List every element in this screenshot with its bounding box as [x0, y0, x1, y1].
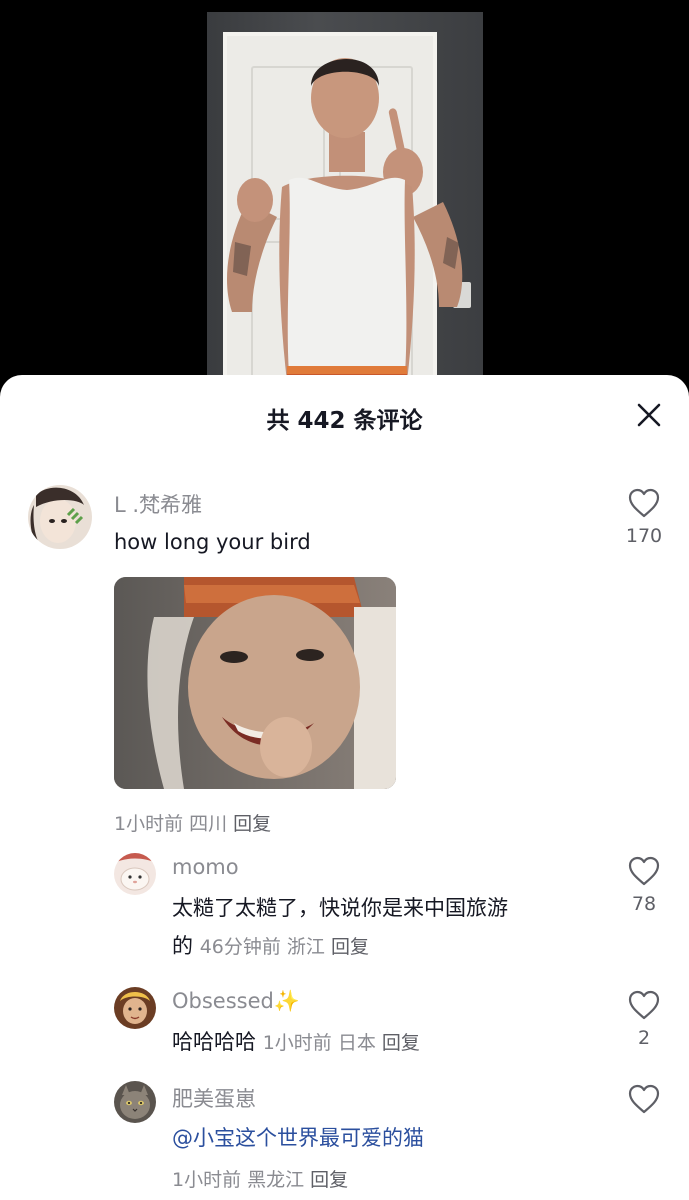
reply-button[interactable]: 回复: [331, 936, 369, 958]
like-count: 78: [631, 893, 657, 915]
avatar[interactable]: [114, 853, 156, 895]
like-button[interactable]: 170: [624, 487, 664, 547]
comment-location: 四川: [189, 813, 228, 835]
comment-meta: 1小时前 黑龙江 回复: [172, 1165, 354, 1192]
comment-username[interactable]: momo: [172, 855, 239, 879]
comment-text: how long your bird: [114, 530, 311, 554]
comment-text: 太糙了太糙了，快说你是来中国旅游: [172, 889, 508, 927]
comment-text: 哈哈哈哈: [172, 1030, 256, 1054]
comment-sheet-header: 共 442 条评论: [0, 375, 689, 457]
like-button[interactable]: [624, 1083, 664, 1115]
comment-time: 46分钟前: [199, 936, 281, 958]
like-button[interactable]: 78: [624, 855, 664, 915]
comment-time: 1小时前: [262, 1032, 332, 1054]
heart-icon: [628, 856, 660, 886]
comment-count-title: 共 442 条评论: [266, 408, 423, 434]
comment-meta: 1小时前 四川 回复: [114, 809, 277, 836]
comment-text-line2: 的: [172, 934, 193, 958]
like-count: 2: [637, 1027, 651, 1049]
user-mention-link[interactable]: @小宝这个世界最可爱的猫: [172, 1126, 424, 1150]
comment-time: 1小时前: [114, 813, 184, 835]
heart-icon: [628, 488, 660, 518]
comment-location: 日本: [337, 1032, 376, 1054]
meme-photo: [114, 577, 396, 789]
comment-username[interactable]: Obsessed✨: [172, 989, 300, 1014]
video-person: [227, 58, 463, 402]
like-button[interactable]: 2: [624, 989, 664, 1049]
comment-username[interactable]: 肥美蛋崽: [172, 1083, 256, 1113]
avatar[interactable]: [114, 987, 156, 1029]
comment-text: @小宝这个世界最可爱的猫: [172, 1119, 424, 1157]
comment-username[interactable]: L .梵希雅: [114, 489, 202, 519]
comment-location: 黑龙江: [247, 1169, 305, 1191]
video-player[interactable]: [207, 12, 483, 402]
comment-image[interactable]: [114, 577, 396, 789]
comment-time: 1小时前: [172, 1169, 242, 1191]
sparkles-icon: ✨: [273, 989, 301, 1013]
comment-location: 浙江: [286, 936, 325, 958]
reply-button[interactable]: 回复: [233, 813, 271, 835]
like-count: 170: [625, 525, 663, 547]
avatar[interactable]: [28, 485, 92, 549]
reply-button[interactable]: 回复: [382, 1032, 420, 1054]
avatar[interactable]: [114, 1081, 156, 1123]
comment-text-row: 哈哈哈哈 1小时前 日本 回复: [172, 1023, 420, 1062]
comment-text-line1: 太糙了太糙了，快说你是来中国旅游: [172, 896, 508, 920]
reply-button[interactable]: 回复: [310, 1169, 348, 1191]
close-icon: [637, 403, 661, 427]
heart-icon: [628, 1084, 660, 1114]
comment-sheet: 共 442 条评论 L .梵希雅 how long your bird 170: [0, 375, 689, 1200]
comment-text-continued: 的 46分钟前 浙江 回复: [172, 927, 369, 966]
comment-meta: 1小时前 日本 回复: [263, 1032, 420, 1054]
close-button[interactable]: [635, 401, 663, 429]
comment-meta: 46分钟前 浙江 回复: [200, 936, 369, 958]
username-text: Obsessed: [172, 989, 274, 1013]
heart-icon: [628, 990, 660, 1020]
